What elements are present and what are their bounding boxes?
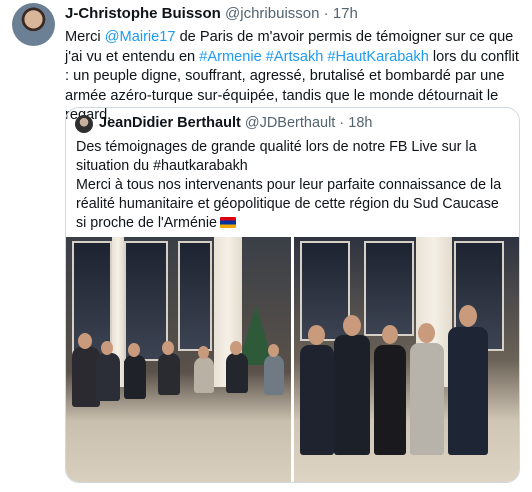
quoted-tweet[interactable]: JeanDidier Berthault @JDBerthault · 18h …	[65, 107, 520, 483]
quoted-tweet-time[interactable]: 18h	[348, 115, 372, 131]
head-shape	[198, 346, 209, 359]
person-shape	[374, 345, 406, 455]
separator-dot: ·	[339, 115, 345, 131]
separator-dot: ·	[323, 5, 329, 22]
author-avatar[interactable]	[12, 3, 55, 46]
tweet-header: J-Christophe Buisson @jchribuisson · 17h	[65, 5, 358, 22]
person-shape	[264, 355, 284, 395]
head-shape	[308, 325, 325, 345]
window-shape	[364, 241, 414, 336]
quoted-author-handle[interactable]: @JDBerthault	[245, 115, 335, 131]
hashtag-link[interactable]: #HautKarabakh	[327, 49, 428, 65]
person-shape	[158, 353, 180, 395]
author-name[interactable]: J-Christophe Buisson	[65, 5, 221, 22]
person-shape	[124, 355, 146, 399]
quoted-author-avatar[interactable]	[75, 115, 93, 133]
window-shape	[178, 241, 212, 351]
author-handle[interactable]: @jchribuisson	[225, 5, 319, 22]
photo-grid	[66, 237, 519, 482]
head-shape	[128, 343, 140, 357]
person-shape	[300, 345, 334, 455]
person-shape	[96, 353, 120, 401]
head-shape	[78, 333, 92, 349]
mention-link[interactable]: @Mairie17	[105, 29, 176, 45]
person-shape	[194, 357, 214, 393]
quoted-line-1: Des témoignages de grande qualité lors d…	[76, 139, 477, 174]
head-shape	[268, 344, 279, 357]
quoted-tweet-header: JeanDidier Berthault @JDBerthault · 18h	[99, 115, 372, 131]
head-shape	[418, 323, 435, 343]
quoted-line-2-wrap: Merci à tous nos intervenants pour leur …	[76, 176, 511, 233]
head-shape	[459, 305, 477, 327]
armenian-flag-icon	[220, 217, 237, 228]
person-shape	[334, 335, 370, 455]
person-shape	[410, 343, 444, 455]
head-shape	[101, 341, 113, 355]
person-shape	[226, 353, 248, 393]
tweet-time[interactable]: 17h	[333, 5, 358, 22]
head-shape	[382, 325, 398, 344]
quoted-author-name[interactable]: JeanDidier Berthault	[99, 115, 241, 131]
event-photo-group[interactable]	[294, 237, 519, 482]
head-shape	[162, 341, 174, 355]
head-shape	[230, 341, 242, 355]
person-shape	[448, 327, 488, 455]
event-photo-audience[interactable]	[66, 237, 291, 482]
head-shape	[343, 315, 361, 336]
hashtag-link[interactable]: #Artsakh	[266, 49, 324, 65]
text-segment: Merci	[65, 29, 105, 45]
hashtag-link[interactable]: #Armenie	[199, 49, 261, 65]
quoted-line-2: Merci à tous nos intervenants pour leur …	[76, 177, 502, 231]
quoted-tweet-text: Des témoignages de grande qualité lors d…	[76, 138, 511, 233]
